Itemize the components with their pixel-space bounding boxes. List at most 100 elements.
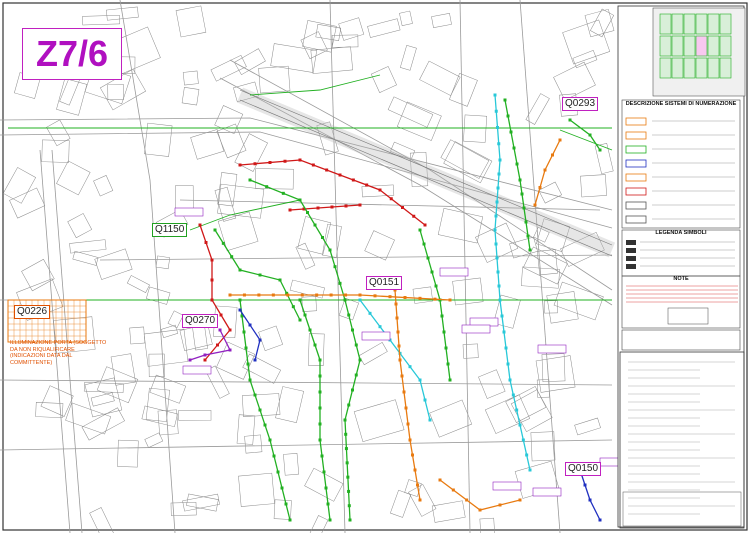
lamp-point [276, 470, 280, 474]
building [301, 296, 317, 312]
road [99, 254, 613, 261]
lamp-point [493, 228, 497, 232]
legend-title-numbering: DESCRIZIONE SISTEMI DI NUMERAZIONE [625, 101, 737, 107]
lamp-point [218, 328, 222, 332]
lamp-point [583, 483, 587, 487]
green-circuit-d [298, 298, 332, 522]
lamp-point [401, 206, 404, 209]
lamp-point [328, 248, 332, 252]
building [536, 379, 550, 398]
building [399, 45, 417, 71]
lamp-point [318, 390, 322, 394]
lamp-point [354, 373, 358, 377]
building [216, 123, 247, 159]
lamp-point [242, 330, 246, 334]
lamp-point [330, 205, 334, 209]
lamp-point [446, 362, 450, 366]
lamp-point [345, 461, 349, 465]
lamp-point [248, 378, 252, 382]
cabinet-label-q0270: Q0270 [182, 314, 219, 328]
building [214, 105, 244, 135]
lamp-point [303, 313, 307, 317]
building [412, 286, 433, 304]
boundary-line [189, 199, 301, 231]
circuit-tag [182, 365, 212, 375]
lamp-point [400, 374, 404, 378]
lamp-point [403, 296, 407, 299]
lamp-point [324, 486, 328, 490]
building [170, 502, 197, 516]
lamp-point [418, 228, 422, 232]
lamp-point [242, 293, 246, 297]
lamp-point [543, 168, 547, 172]
lamp-point [343, 298, 347, 302]
building [315, 24, 342, 42]
building [96, 366, 139, 404]
building [544, 300, 558, 314]
lamp-point [494, 242, 498, 246]
green-circuit-a-line [214, 229, 301, 321]
lamp-point [238, 163, 242, 167]
lamp-point [344, 293, 348, 297]
lamp-point [280, 486, 284, 490]
lamp-point [238, 298, 242, 302]
circuit-tag [174, 207, 204, 217]
buildings-layer [2, 5, 615, 533]
lamp-point [426, 256, 430, 260]
key-map-tile [659, 13, 672, 35]
building [367, 18, 401, 38]
lamp-point [512, 146, 516, 150]
lamp-point [398, 358, 402, 362]
lamp-point [434, 284, 438, 288]
circuit-tag [361, 331, 391, 341]
building [562, 19, 611, 65]
road [179, 199, 601, 211]
lamp-point [538, 186, 542, 189]
key-map-tile [707, 35, 720, 57]
lamp-point [518, 498, 522, 502]
building [2, 167, 37, 204]
circuit-tag [537, 344, 567, 354]
lamp-point [198, 223, 202, 227]
symbol-swatch [626, 264, 636, 269]
orange-circuit-a [393, 288, 422, 502]
lamp-point [497, 172, 501, 176]
railway [236, 87, 616, 258]
legend-title-symbols: LEGENDA SIMBOLI [655, 230, 707, 236]
map-sheet: Z7/6 Q0293 Q1150 Q0151 Q0226 Q0270 Q0150… [0, 0, 750, 533]
building [178, 410, 212, 421]
building [396, 101, 442, 141]
lamp-point [402, 390, 406, 394]
building [530, 431, 556, 462]
lamp-point [428, 418, 432, 422]
building [210, 54, 247, 82]
key-map-tile [659, 57, 672, 79]
lamp-point [451, 488, 455, 492]
lamp-point [210, 298, 214, 302]
lamp-point [298, 298, 302, 302]
lamp-point [258, 408, 262, 412]
building [431, 13, 452, 28]
lamp-point [598, 518, 602, 522]
red-circuit-c-line [289, 204, 361, 211]
cabinet-label-q0150: Q0150 [565, 462, 602, 476]
lamp-point [354, 343, 358, 347]
lamp-point [347, 313, 351, 317]
lamp-point [306, 211, 309, 214]
lamp-point [221, 241, 225, 245]
lamp-point [253, 393, 257, 397]
lamp-point [246, 362, 250, 366]
lamp-point [397, 344, 401, 348]
lamp-point [588, 498, 592, 502]
lamp-point [423, 398, 427, 402]
lamp-point [448, 298, 452, 302]
lamp-point [496, 270, 500, 274]
symbol-swatch [626, 248, 636, 253]
building [358, 342, 388, 366]
key-map-tile [671, 35, 684, 57]
lamp-point [406, 422, 410, 426]
building [59, 75, 80, 106]
lamp-point [378, 325, 382, 329]
building [182, 70, 199, 86]
lamp-point [526, 234, 530, 238]
